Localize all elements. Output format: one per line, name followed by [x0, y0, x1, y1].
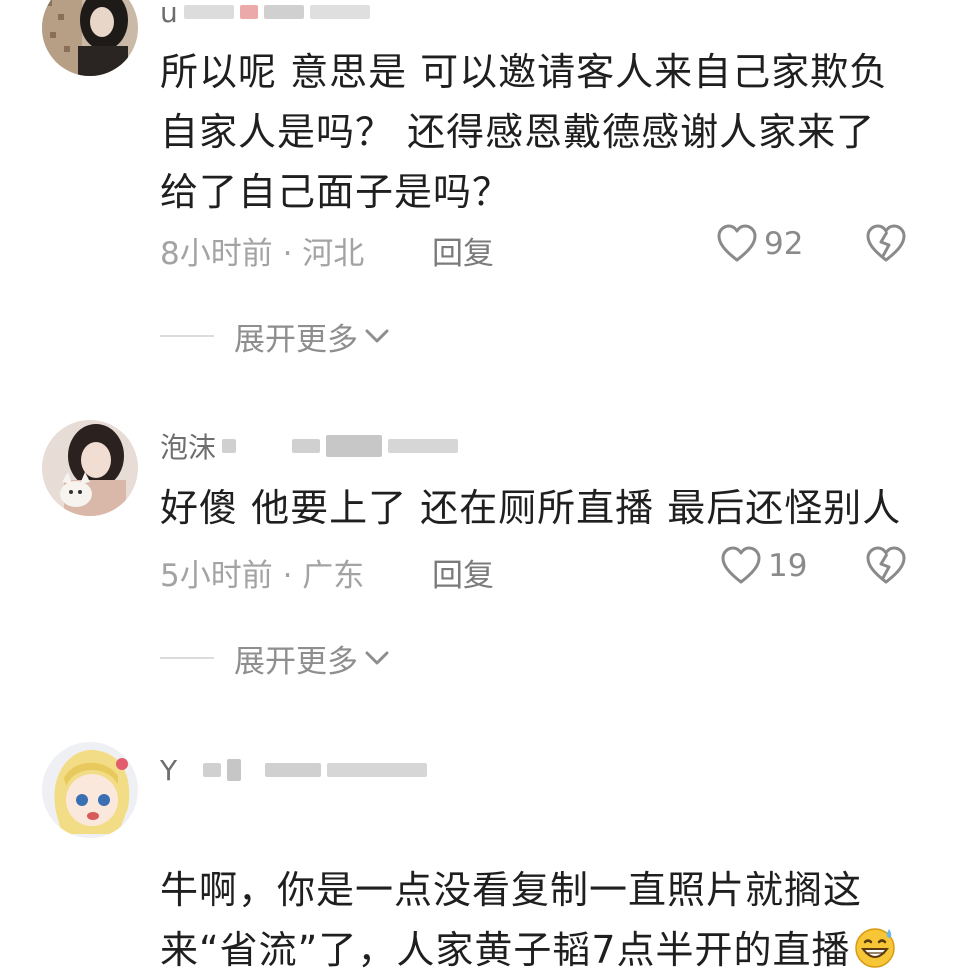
expand-label: 展开更多 — [234, 321, 358, 358]
broken-heart-icon — [866, 546, 906, 584]
comment-text: 好傻 他要上了 还在厕所直播 最后还怪别人 — [160, 486, 902, 530]
divider-line — [160, 335, 214, 337]
reply-button[interactable]: 回复 — [432, 550, 494, 595]
blurred-name — [388, 439, 459, 453]
time-location: 8小时前 · 河北 — [160, 236, 365, 272]
heart-icon — [721, 546, 761, 584]
like-count: 19 — [768, 548, 808, 584]
comment-text-content: 牛啊，你是一点没看复制一直照片就搁这 来“省流”了，人家黄子韬7点半开的直播 — [160, 868, 863, 972]
blurred-name — [227, 759, 242, 781]
comment-text: 牛啊，你是一点没看复制一直照片就搁这 来“省流”了，人家黄子韬7点半开的直播 — [160, 800, 920, 980]
dislike-button[interactable] — [864, 546, 908, 594]
blurred-name — [309, 5, 370, 19]
blurred-name — [222, 439, 237, 453]
expand-replies-button[interactable]: 展开更多 — [160, 638, 390, 680]
expand-label: 展开更多 — [234, 643, 358, 680]
avatar[interactable] — [42, 742, 138, 838]
username-text: Y — [160, 753, 178, 787]
heart-icon — [717, 224, 757, 262]
avatar-image — [42, 0, 138, 76]
username[interactable]: 泡沫 — [160, 428, 459, 464]
expand-replies-button[interactable]: 展开更多 — [160, 316, 390, 358]
username-text: 泡沫 — [160, 431, 217, 464]
broken-heart-icon — [866, 224, 906, 262]
time-location: 5小时前 · 广东 — [160, 558, 365, 594]
like-button[interactable]: 92 — [716, 224, 803, 264]
like-button[interactable]: 19 — [720, 546, 807, 586]
grinning-sweat-emoji-icon — [854, 928, 895, 968]
comment-item: Y 牛啊，你是一点没看复制一直照片就搁这 来“省流”了，人家黄子韬7点半开的直播 — [0, 738, 960, 972]
avatar-image — [42, 420, 138, 516]
avatar-image — [42, 742, 138, 838]
comment-item: u 所以呢 意思是 可以邀请客人来自己家欺负 自家人是吗？ 还得感恩戴德感谢人家… — [0, 0, 960, 380]
chevron-down-icon — [365, 651, 389, 665]
blurred-name — [265, 763, 322, 777]
like-count: 92 — [764, 226, 804, 262]
chevron-down-icon — [365, 329, 389, 343]
blurred-name — [292, 439, 321, 453]
blurred-name — [327, 763, 428, 777]
divider-line — [160, 657, 214, 659]
comment-meta: 5小时前 · 广东 回复 19 — [160, 546, 920, 594]
blurred-name — [263, 5, 304, 19]
blurred-name — [183, 5, 234, 19]
reply-button[interactable]: 回复 — [432, 228, 494, 273]
blurred-name — [203, 763, 222, 777]
dislike-button[interactable] — [864, 224, 908, 272]
comment-item: 泡沫 好傻 他要上了 还在厕所直播 最后还怪别人 5小时前 · 广东 回复 19… — [0, 416, 960, 706]
username[interactable]: u — [160, 0, 370, 30]
avatar[interactable] — [42, 420, 138, 516]
blurred-name — [326, 435, 383, 457]
comment-meta: 8小时前 · 河北 回复 92 — [160, 224, 920, 272]
username[interactable]: Y — [160, 752, 428, 788]
avatar[interactable] — [42, 0, 138, 76]
comment-text: 所以呢 意思是 可以邀请客人来自己家欺负 自家人是吗？ 还得感恩戴德感谢人家来了… — [160, 50, 889, 214]
blurred-name — [239, 5, 258, 19]
username-text: u — [160, 0, 178, 29]
